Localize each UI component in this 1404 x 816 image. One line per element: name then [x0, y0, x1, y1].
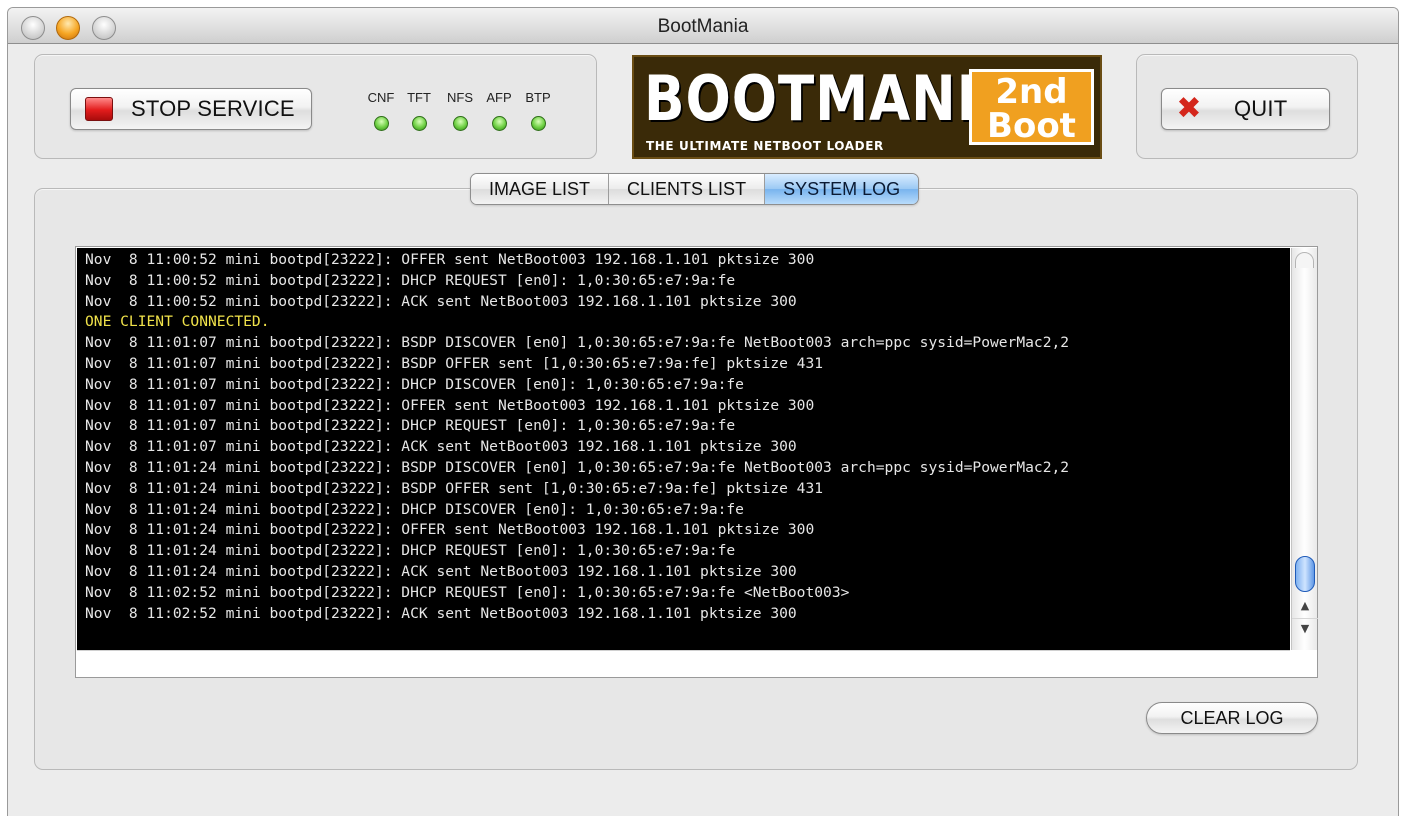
log-line: Nov 8 11:01:24 mini bootpd[23222]: OFFER…: [85, 521, 815, 539]
log-line: Nov 8 11:01:07 mini bootpd[23222]: DHCP …: [85, 375, 744, 393]
green-led-icon: [452, 116, 468, 131]
stop-service-label: STOP SERVICE: [131, 96, 295, 121]
indicator-tft: TFT: [402, 90, 436, 131]
logo-badge: 2nd Boot: [969, 69, 1094, 145]
log-line: Nov 8 11:01:07 mini bootpd[23222]: BSDP …: [85, 334, 1070, 352]
quit-button[interactable]: ✖ QUIT: [1161, 88, 1330, 130]
window-title: BootMania: [657, 16, 749, 37]
tab-clients-list[interactable]: CLIENTS LIST: [609, 174, 766, 204]
log-line: Nov 8 11:01:24 mini bootpd[23222]: DHCP …: [85, 542, 736, 560]
tab-image-list[interactable]: IMAGE LIST: [471, 174, 610, 204]
stop-square-icon: [85, 97, 113, 121]
service-status-indicators: CNF TFT NFS AFP BTP: [364, 90, 560, 138]
indicator-label: AFP: [486, 90, 512, 105]
red-x-icon: ✖: [1176, 91, 1202, 126]
log-line: Nov 8 11:01:24 mini bootpd[23222]: ACK s…: [85, 562, 797, 580]
view-tabs: IMAGE LIST CLIENTS LIST SYSTEM LOG: [470, 173, 920, 205]
log-line: Nov 8 11:02:52 mini bootpd[23222]: ACK s…: [85, 604, 797, 622]
green-led-icon: [411, 116, 427, 131]
log-line: Nov 8 11:02:52 mini bootpd[23222]: DHCP …: [85, 583, 850, 601]
log-text-area[interactable]: Nov 8 11:00:52 mini bootpd[23222]: OFFER…: [77, 248, 1290, 650]
log-footer-strip: [77, 650, 1290, 677]
log-line: Nov 8 11:01:07 mini bootpd[23222]: OFFER…: [85, 396, 815, 414]
log-line: Nov 8 11:00:52 mini bootpd[23222]: ACK s…: [85, 292, 797, 310]
indicator-afp: AFP: [482, 90, 516, 131]
logo-tagline: THE ULTIMATE NETBOOT LOADER: [646, 139, 884, 153]
scroll-thumb[interactable]: [1295, 556, 1315, 592]
indicator-label: BTP: [525, 90, 551, 105]
green-led-icon: [491, 116, 507, 131]
system-log-view: Nov 8 11:00:52 mini bootpd[23222]: OFFER…: [75, 246, 1318, 678]
indicator-cnf: CNF: [364, 90, 398, 131]
indicator-label: TFT: [407, 90, 431, 105]
log-line: Nov 8 11:01:07 mini bootpd[23222]: DHCP …: [85, 417, 736, 435]
log-scrollbar[interactable]: ▲ ▼: [1291, 248, 1318, 650]
log-line: Nov 8 11:01:24 mini bootpd[23222]: DHCP …: [85, 500, 744, 518]
indicator-label: CNF: [367, 90, 395, 105]
indicator-btp: BTP: [521, 90, 555, 131]
log-line: Nov 8 11:00:52 mini bootpd[23222]: OFFER…: [85, 251, 815, 268]
scroll-track-cap: [1295, 252, 1314, 268]
indicator-nfs: NFS: [443, 90, 477, 131]
tab-system-log[interactable]: SYSTEM LOG: [765, 174, 919, 204]
bootmania-logo: BOOTMANIA THE ULTIMATE NETBOOT LOADER 2n…: [632, 55, 1102, 159]
logo-wordmark: BOOTMANIA: [644, 62, 1020, 135]
log-line: Nov 8 11:01:24 mini bootpd[23222]: BSDP …: [85, 479, 824, 497]
log-status-line: ONE CLIENT CONNECTED.: [85, 313, 270, 331]
stop-service-button[interactable]: STOP SERVICE: [70, 88, 312, 130]
title-bar[interactable]: BootMania: [8, 8, 1398, 44]
indicator-label: NFS: [447, 90, 473, 105]
log-line: Nov 8 11:01:07 mini bootpd[23222]: ACK s…: [85, 438, 797, 456]
scroll-up-arrow-icon[interactable]: ▲: [1292, 596, 1318, 616]
green-led-icon: [373, 116, 389, 131]
log-line: Nov 8 11:01:07 mini bootpd[23222]: BSDP …: [85, 354, 824, 372]
log-line: Nov 8 11:01:24 mini bootpd[23222]: BSDP …: [85, 458, 1070, 476]
scroll-down-arrow-icon[interactable]: ▼: [1292, 618, 1318, 638]
log-line: Nov 8 11:00:52 mini bootpd[23222]: DHCP …: [85, 271, 736, 289]
green-led-icon: [530, 116, 546, 131]
clear-log-button[interactable]: CLEAR LOG: [1146, 702, 1318, 734]
quit-label: QUIT: [1234, 96, 1288, 121]
